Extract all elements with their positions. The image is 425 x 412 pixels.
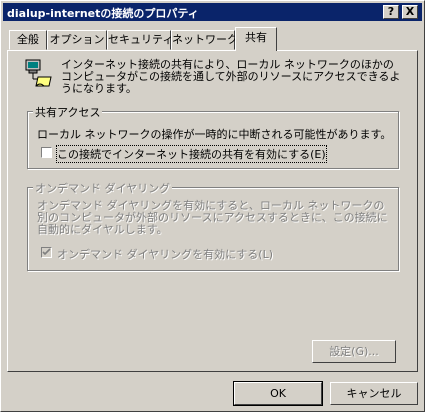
check-mark-icon — [42, 248, 51, 256]
help-button[interactable]: ? — [383, 5, 399, 19]
on-demand-group-title: オンデマンド ダイヤリング — [33, 180, 173, 196]
on-demand-description: オンデマンド ダイヤリングを有効にすると、ローカル ネットワークの別のコンピュー… — [37, 199, 388, 236]
cancel-button[interactable]: キャンセル — [330, 382, 418, 405]
sharing-warning: ローカル ネットワークの操作が一時的に中断される可能性があります。 — [37, 128, 392, 141]
settings-button[interactable]: 設定(G)... — [312, 340, 396, 363]
network-computers-icon — [25, 59, 53, 89]
tab-options[interactable]: オプション — [47, 30, 107, 50]
sharing-checkbox-label[interactable]: この接続でインターネット接続の共有を有効にする(E) — [56, 145, 327, 163]
sharing-group-title: 共有アクセス — [33, 104, 103, 120]
window-title: dialup-internetの接続のプロパティ — [7, 7, 199, 20]
tab-security[interactable]: セキュリティ — [107, 30, 173, 50]
title-bar: dialup-internetの接続のプロパティ ? X — [3, 3, 422, 21]
on-demand-checkbox[interactable] — [41, 247, 52, 258]
sharing-checkbox[interactable] — [41, 147, 52, 158]
on-demand-checkbox-label[interactable]: オンデマンド ダイヤリングを有効にする(L) — [57, 246, 273, 262]
tab-sharing[interactable]: 共有 — [235, 27, 277, 51]
close-button[interactable]: X — [402, 5, 418, 19]
tab-network[interactable]: ネットワーク — [171, 30, 238, 50]
intro-text: インターネット接続の共有により、ローカル ネットワークのほかのコンピュータがこの… — [61, 58, 401, 95]
properties-dialog: dialup-internetの接続のプロパティ ? X 全般 オプション セキ… — [0, 0, 425, 412]
ok-button[interactable]: OK — [233, 381, 323, 406]
tab-general[interactable]: 全般 — [9, 30, 47, 50]
